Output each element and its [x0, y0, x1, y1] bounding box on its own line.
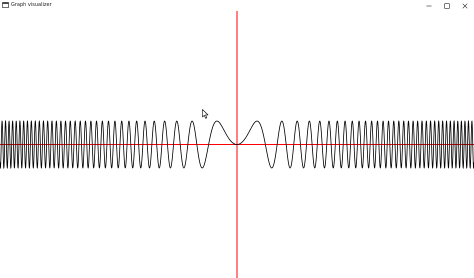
graph-canvas[interactable]	[0, 11, 474, 278]
title-bar[interactable]: Graph visualizer	[0, 0, 474, 11]
app-window: Graph visualizer	[0, 0, 474, 278]
maximize-button[interactable]	[438, 0, 456, 11]
window-controls	[420, 0, 474, 11]
close-icon	[462, 2, 468, 9]
window-title: Graph visualizer	[11, 2, 52, 8]
app-icon	[2, 2, 9, 8]
close-button[interactable]	[456, 0, 474, 11]
minimize-icon	[426, 5, 432, 6]
maximize-icon	[444, 2, 450, 9]
mouse-pointer-icon	[202, 109, 209, 119]
minimize-button[interactable]	[420, 0, 438, 11]
